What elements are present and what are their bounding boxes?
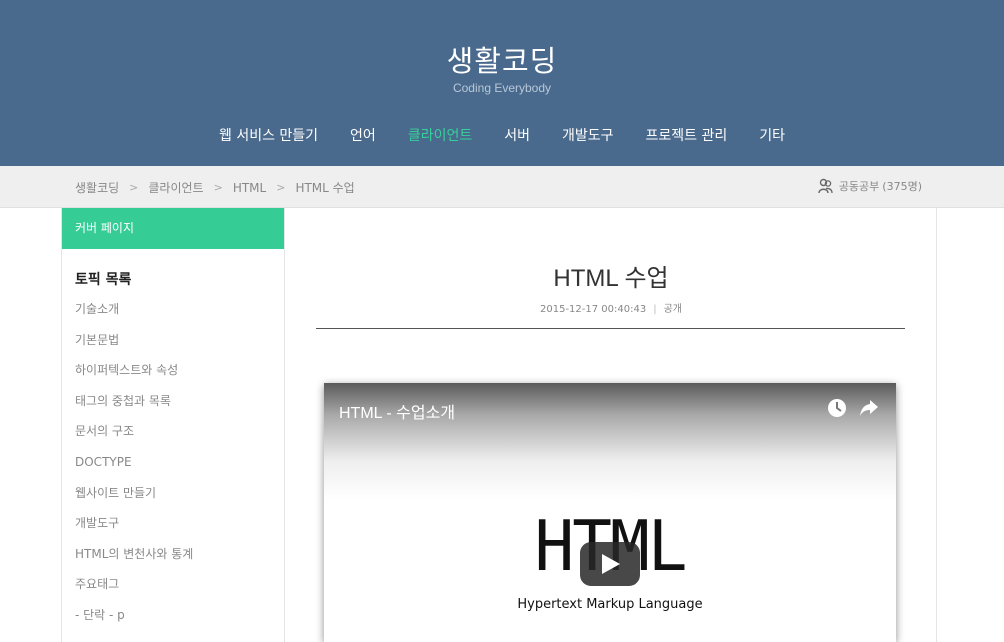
topic-item[interactable]: 기술소개 (62, 299, 284, 330)
study-group-link[interactable]: 공동공부 (375명) (818, 178, 922, 194)
study-group-label: 공동공부 (838, 180, 880, 193)
sidebar: 커버 페이지 토픽 목록 기술소개 기본문법 하이퍼텍스트와 속성 태그의 중첩… (61, 208, 285, 642)
main-content: HTML 수업 2015-12-17 00:40:43 | 공개 HTML - 수업… (285, 208, 937, 642)
nav-item-language[interactable]: 언어 (334, 125, 392, 145)
play-icon (602, 554, 620, 574)
site-title[interactable]: 생활코딩 (0, 38, 1004, 80)
topic-item[interactable]: DOCTYPE (62, 452, 284, 483)
post-visibility: 공개 (663, 304, 682, 315)
post-title: HTML 수업 (553, 265, 669, 292)
meta-divider: | (653, 304, 657, 315)
nav-item-project-management[interactable]: 프로젝트 관리 (630, 125, 744, 145)
video-player[interactable]: HTML - 수업소개 HTML Hypertext Markup Langua… (324, 383, 896, 642)
breadcrumb-separator: > (213, 181, 223, 194)
breadcrumb-item-home[interactable]: 생활코딩 (75, 179, 119, 196)
post-meta: 2015-12-17 00:40:43 | 공개 (285, 300, 937, 315)
topic-item[interactable]: 태그의 중첩과 목록 (62, 391, 284, 422)
site-subtitle: Coding Everybody (452, 81, 552, 95)
share-icon[interactable] (859, 399, 879, 417)
topic-item[interactable]: - 단락 - p (62, 605, 284, 636)
nav-item-server[interactable]: 서버 (488, 125, 546, 145)
breadcrumb-item-client[interactable]: 클라이언트 (148, 179, 203, 196)
main-nav: 웹 서비스 만들기 언어 클라이언트 서버 개발도구 프로젝트 관리 기타 (0, 125, 1004, 145)
breadcrumb-bar: 생활코딩 > 클라이언트 > HTML > HTML 수업 공동공부 (375명… (0, 166, 1004, 208)
video-title[interactable]: HTML - 수업소개 (339, 399, 455, 423)
cover-page-link[interactable]: 커버 페이지 (62, 208, 284, 249)
breadcrumb: 생활코딩 > 클라이언트 > HTML > HTML 수업 (75, 179, 355, 196)
topic-item[interactable]: 기본문법 (62, 330, 284, 361)
nav-item-client[interactable]: 클라이언트 (392, 125, 488, 145)
breadcrumb-separator: > (129, 181, 139, 194)
study-group-count: (375명) (882, 180, 922, 193)
site-header: 생활코딩 Coding Everybody 웹 서비스 만들기 언어 클라이언트… (0, 0, 1004, 166)
breadcrumb-item-current[interactable]: HTML 수업 (295, 179, 354, 196)
topic-item[interactable]: HTML의 변천사와 통계 (62, 544, 284, 575)
topic-item[interactable]: 웹사이트 만들기 (62, 483, 284, 514)
breadcrumb-separator: > (276, 181, 286, 194)
topic-item[interactable]: 하이퍼텍스트와 속성 (62, 360, 284, 391)
topic-item[interactable]: 개발도구 (62, 513, 284, 544)
topic-list: 기술소개 기본문법 하이퍼텍스트와 속성 태그의 중첩과 목록 문서의 구조 D… (62, 299, 284, 636)
nav-item-dev-tools[interactable]: 개발도구 (546, 125, 630, 145)
title-divider (316, 328, 905, 329)
topic-item[interactable]: 주요태그 (62, 574, 284, 605)
play-button[interactable] (580, 542, 640, 586)
post-date: 2015-12-17 00:40:43 (540, 304, 647, 315)
nav-item-web-service[interactable]: 웹 서비스 만들기 (203, 125, 334, 145)
breadcrumb-item-html[interactable]: HTML (233, 181, 266, 195)
users-icon (818, 178, 833, 194)
topic-list-title: 토픽 목록 (75, 272, 132, 288)
topic-item[interactable]: 문서의 구조 (62, 421, 284, 452)
html-logo-caption: Hypertext Markup Language (517, 597, 703, 612)
nav-item-etc[interactable]: 기타 (743, 125, 801, 145)
clock-icon[interactable] (827, 398, 847, 418)
